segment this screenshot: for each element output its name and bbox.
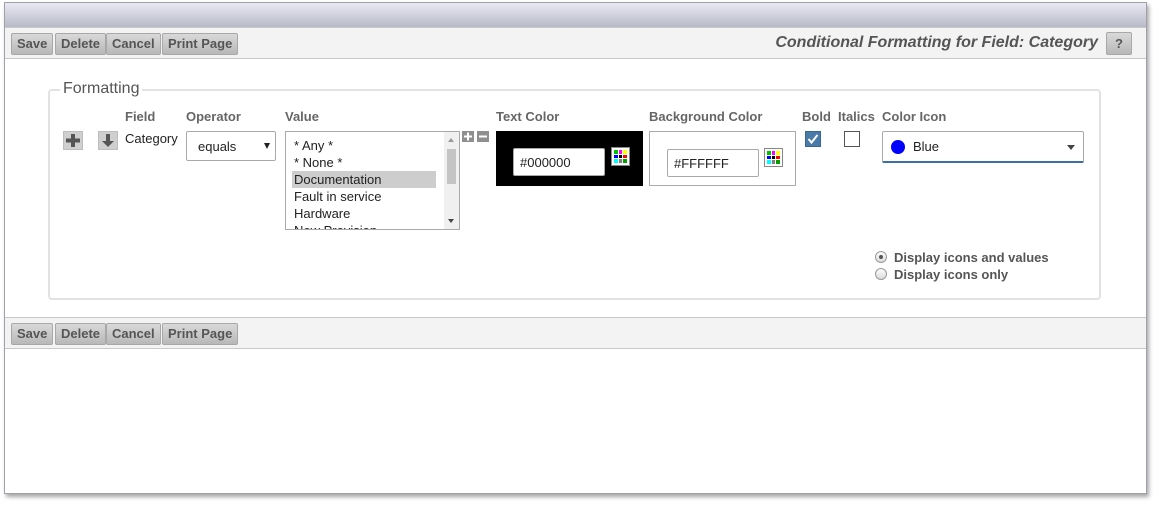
delete-button-bottom[interactable]: Delete — [55, 323, 107, 345]
header-background-color: Background Color — [649, 109, 763, 124]
add-value-button[interactable] — [462, 131, 474, 142]
print-page-button-bottom[interactable]: Print Page — [162, 323, 239, 345]
plus-icon — [66, 134, 80, 147]
delete-button[interactable]: Delete — [55, 33, 107, 55]
color-palette-icon[interactable] — [764, 148, 783, 167]
background-color-input[interactable] — [667, 149, 759, 177]
scroll-up-icon[interactable] — [448, 138, 454, 142]
color-palette-icon[interactable] — [611, 147, 630, 166]
operator-select[interactable]: equals — [186, 131, 276, 161]
dialog-window: Save Delete Cancel Print Page Conditiona… — [4, 2, 1147, 494]
background-color-preview — [649, 131, 796, 186]
move-down-button[interactable] — [98, 131, 118, 150]
value-option[interactable]: New Provision — [292, 222, 436, 229]
header-italics: Italics — [838, 109, 875, 124]
window-titlebar — [5, 3, 1146, 27]
text-color-preview — [496, 131, 643, 186]
value-option[interactable]: Hardware — [292, 205, 436, 222]
header-color-icon: Color Icon — [882, 109, 947, 124]
save-button[interactable]: Save — [11, 33, 54, 55]
top-toolbar: Save Delete Cancel Print Page Conditiona… — [5, 27, 1146, 59]
text-color-input[interactable] — [513, 148, 605, 176]
help-button[interactable]: ? — [1106, 32, 1132, 55]
arrow-down-icon — [102, 134, 114, 147]
header-bold: Bold — [802, 109, 831, 124]
scroll-thumb[interactable] — [447, 149, 456, 184]
color-icon-select[interactable]: Blue — [882, 131, 1084, 163]
add-rule-button[interactable] — [63, 131, 83, 150]
operator-select-value: equals — [198, 139, 237, 154]
bold-checkbox[interactable] — [805, 131, 821, 147]
header-field: Field — [125, 109, 156, 124]
save-button-bottom[interactable]: Save — [11, 323, 54, 345]
scroll-down-icon[interactable] — [448, 219, 454, 223]
chevron-down-icon — [264, 143, 270, 149]
display-icons-only-label[interactable]: Display icons only — [894, 267, 1008, 282]
display-icons-and-values-radio[interactable] — [875, 251, 887, 263]
chevron-down-icon — [1067, 145, 1075, 150]
value-option[interactable]: * Any * — [292, 137, 436, 154]
color-icon-select-value: Blue — [913, 139, 940, 154]
value-listbox[interactable]: * Any * * None * Documentation Fault in … — [285, 131, 460, 230]
print-page-button[interactable]: Print Page — [162, 33, 239, 55]
plus-icon — [464, 132, 472, 141]
checkmark-icon — [807, 134, 819, 145]
formatting-legend: Formatting — [60, 80, 143, 98]
bottom-toolbar: Save Delete Cancel Print Page — [5, 317, 1146, 349]
remove-value-button[interactable] — [477, 131, 489, 142]
field-name: Category — [125, 131, 178, 146]
value-option[interactable]: Fault in service — [292, 188, 436, 205]
display-icons-and-values-label[interactable]: Display icons and values — [894, 250, 1049, 265]
cancel-button[interactable]: Cancel — [106, 33, 161, 55]
listbox-scrollbar[interactable] — [444, 132, 459, 229]
display-icons-only-radio[interactable] — [875, 268, 887, 280]
header-operator: Operator — [186, 109, 241, 124]
italics-checkbox[interactable] — [844, 131, 860, 147]
value-option[interactable]: * None * — [292, 154, 436, 171]
header-text-color: Text Color — [496, 109, 560, 124]
color-dot-icon — [891, 140, 905, 154]
value-option-selected[interactable]: Documentation — [292, 171, 436, 188]
minus-icon — [479, 135, 487, 138]
header-value: Value — [285, 109, 319, 124]
page-title: Conditional Formatting for Field: Catego… — [775, 34, 1098, 51]
cancel-button-bottom[interactable]: Cancel — [106, 323, 161, 345]
